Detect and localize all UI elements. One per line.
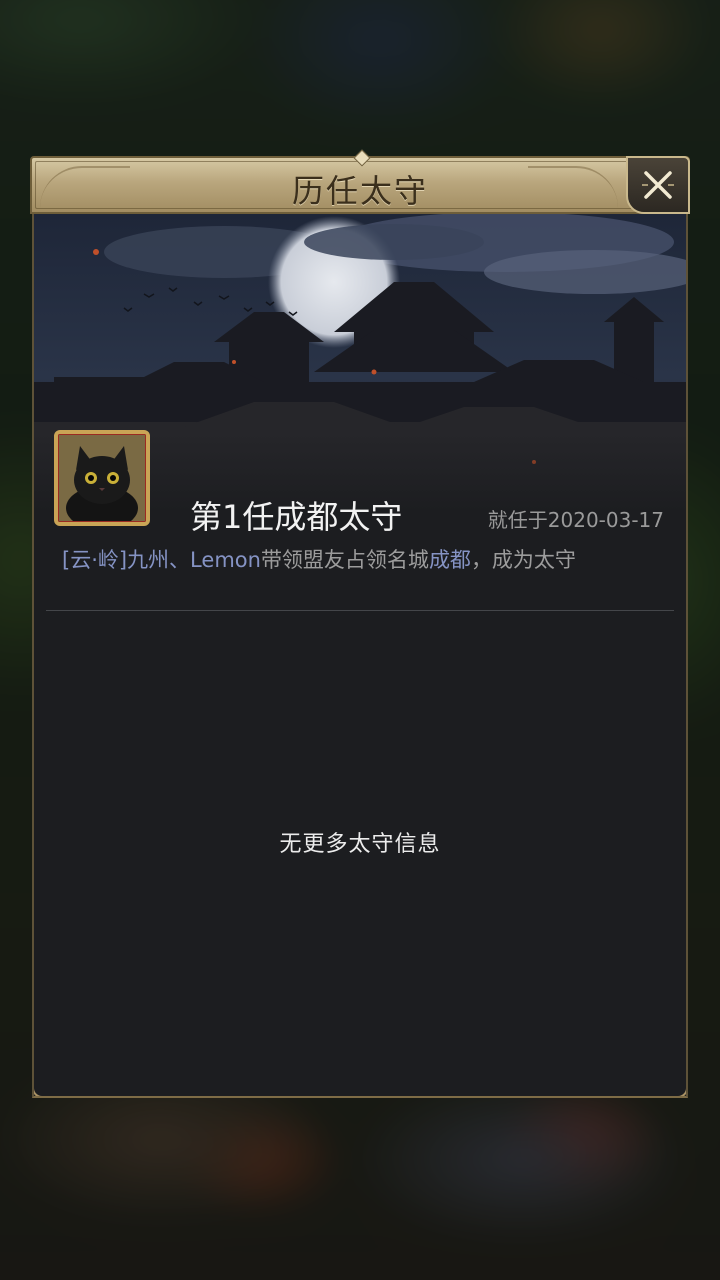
close-x-icon — [642, 171, 674, 199]
governor-description: [云·岭]九州、Lemon带领盟友占领名城成都，成为太守 — [62, 544, 576, 574]
frame-corner-ornament — [34, 1082, 48, 1096]
description-text: 带领盟友占领名城 — [260, 548, 429, 572]
city-link[interactable]: 成都 — [429, 548, 471, 572]
no-more-info-message: 无更多太守信息 — [279, 832, 441, 857]
governor-avatar[interactable] — [54, 430, 150, 526]
close-button[interactable] — [626, 156, 690, 214]
section-divider — [46, 610, 674, 611]
leaders-link[interactable]: 九州、Lemon — [127, 548, 261, 572]
alliance-tag-link[interactable]: [云·岭] — [62, 548, 127, 572]
dialog-title: 历任太守 — [291, 172, 428, 210]
dialog-body: 第1任成都太守 就任于2020-03-17 [云·岭]九州、Lemon带领盟友占… — [32, 212, 688, 1098]
appointed-date: 就任于2020-03-17 — [487, 508, 664, 532]
governor-history-dialog: 第1任成都太守 就任于2020-03-17 [云·岭]九州、Lemon带领盟友占… — [30, 149, 690, 1100]
frame-corner-ornament — [672, 1082, 686, 1096]
governor-title: 第1任成都太守 — [190, 498, 403, 536]
description-suffix: ，成为太守 — [470, 548, 576, 572]
dialog-title-bar: 历任太守 — [30, 149, 690, 214]
